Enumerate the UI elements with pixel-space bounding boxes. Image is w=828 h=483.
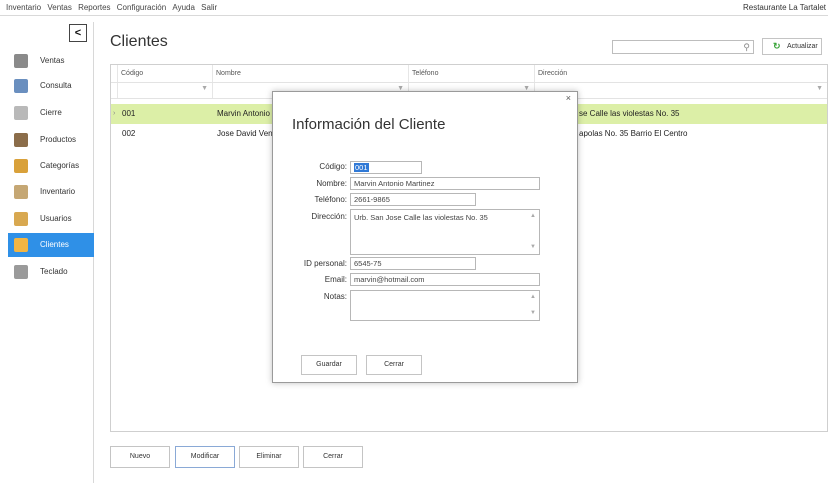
monitor-icon	[14, 79, 28, 93]
app-name: Restaurante La Tartalet	[742, 3, 826, 12]
sidebar-item-ventas[interactable]: Ventas	[8, 49, 94, 73]
table-header: Código Nombre Teléfono Dirección	[111, 65, 827, 83]
page-title: Clientes	[110, 33, 168, 50]
cell-name: Jose David Venta	[217, 129, 280, 138]
address-label: Dirección:	[311, 212, 347, 221]
column-header-code[interactable]: Código	[117, 65, 208, 82]
sidebar-item-consulta[interactable]: Consulta	[8, 74, 94, 98]
scrollbar[interactable]: ▲ ▼	[530, 292, 538, 319]
menu-list: Inventario Ventas Reportes Configuración…	[4, 0, 219, 16]
sidebar-item-clientes[interactable]: Clientes	[8, 233, 94, 257]
scroll-down-icon[interactable]: ▼	[530, 308, 536, 319]
email-field[interactable]: marvin@hotmail.com	[350, 273, 540, 286]
client-info-dialog: × Información del Cliente Código: 001 No…	[272, 91, 578, 383]
search-icon[interactable]: ⚲	[743, 42, 750, 53]
phone-field[interactable]: 2661-9865	[350, 193, 476, 206]
sidebar-item-label: Cierre	[40, 108, 62, 117]
code-field[interactable]: 001	[350, 161, 422, 174]
sidebar-item-label: Consulta	[40, 81, 72, 90]
column-header-address[interactable]: Dirección	[534, 65, 827, 82]
personal-id-field[interactable]: 6545-75	[350, 257, 476, 270]
menu-ayuda[interactable]: Ayuda	[170, 0, 197, 16]
sidebar-item-usuarios[interactable]: Usuarios	[8, 207, 94, 231]
cash-register-icon	[14, 54, 28, 68]
menu-inventario[interactable]: Inventario	[4, 0, 43, 16]
sidebar-item-inventario[interactable]: Inventario	[8, 180, 94, 204]
search-input[interactable]: ⚲	[612, 40, 754, 54]
sidebar-item-label: Teclado	[40, 267, 68, 276]
address-value: Urb. San Jose Calle las violestas No. 35	[354, 213, 488, 222]
email-label: Email:	[324, 275, 347, 284]
cell-name: Marvin Antonio	[217, 109, 270, 118]
receipt-icon	[14, 106, 28, 120]
menu-bar: Inventario Ventas Reportes Configuración…	[0, 0, 828, 16]
filter-cell-code[interactable]: ▼	[117, 83, 212, 98]
refresh-label: Actualizar	[787, 43, 818, 50]
column-header-name[interactable]: Nombre	[212, 65, 408, 82]
close-icon[interactable]: ×	[566, 93, 571, 103]
refresh-icon: ↻	[773, 41, 781, 51]
sidebar-item-label: Productos	[40, 135, 77, 144]
users-icon	[14, 212, 28, 226]
sidebar-item-label: Clientes	[40, 240, 69, 249]
sidebar-item-categorias[interactable]: Categorías	[8, 154, 94, 178]
scroll-down-icon[interactable]: ▼	[530, 242, 536, 253]
address-field[interactable]: Urb. San Jose Calle las violestas No. 35…	[350, 209, 540, 255]
clipboard-icon	[14, 185, 28, 199]
code-label: Código:	[319, 162, 347, 171]
sidebar-item-label: Categorías	[40, 161, 80, 170]
menu-ventas[interactable]: Ventas	[45, 0, 73, 16]
sidebar: < Ventas Consulta Cierre Productos Categ…	[8, 22, 94, 483]
filter-icon[interactable]: ▼	[816, 85, 823, 92]
new-button[interactable]: Nuevo	[110, 446, 170, 468]
name-field[interactable]: Marvin Antonio Martinez	[350, 177, 540, 190]
scroll-up-icon[interactable]: ▲	[530, 211, 536, 222]
row-indicator-icon: ›	[113, 110, 116, 117]
refresh-button[interactable]: ↻ Actualizar	[762, 38, 822, 55]
scroll-up-icon[interactable]: ▲	[530, 292, 536, 303]
close-button[interactable]: Cerrar	[303, 446, 363, 468]
sidebar-item-cierre[interactable]: Cierre	[8, 101, 94, 125]
notes-label: Notas:	[323, 292, 347, 301]
name-label: Nombre:	[316, 179, 347, 188]
food-icon	[14, 159, 28, 173]
menu-configuracion[interactable]: Configuración	[115, 0, 168, 16]
cell-address: apolas No. 35 Barrio El Centro	[579, 129, 688, 138]
menu-salir[interactable]: Salir	[199, 0, 219, 16]
edit-button[interactable]: Modificar	[175, 446, 235, 468]
collapse-sidebar-button[interactable]: <	[69, 24, 87, 42]
save-button[interactable]: Guardar	[301, 355, 357, 375]
scrollbar[interactable]: ▲ ▼	[530, 211, 538, 253]
code-value: 001	[354, 163, 369, 172]
dialog-close-button[interactable]: Cerrar	[366, 355, 422, 375]
sidebar-item-productos[interactable]: Productos	[8, 128, 94, 152]
client-icon	[14, 238, 28, 252]
sidebar-item-label: Usuarios	[40, 214, 72, 223]
sidebar-item-teclado[interactable]: Teclado	[8, 260, 94, 284]
sidebar-item-label: Inventario	[40, 187, 76, 196]
coffee-cup-icon	[14, 133, 28, 147]
delete-button[interactable]: Eliminar	[239, 446, 299, 468]
sidebar-item-label: Ventas	[40, 56, 65, 65]
notes-field[interactable]: ▲ ▼	[350, 290, 540, 321]
column-header-phone[interactable]: Teléfono	[408, 65, 534, 82]
cell-address: se Calle las violestas No. 35	[579, 109, 680, 118]
keyboard-icon	[14, 265, 28, 279]
phone-label: Teléfono:	[314, 195, 347, 204]
cell-code: 002	[122, 129, 136, 138]
dialog-title: Información del Cliente	[292, 116, 446, 133]
personal-id-label: ID personal:	[303, 259, 347, 268]
cell-code: 001	[122, 109, 136, 118]
filter-icon[interactable]: ▼	[201, 85, 208, 92]
menu-reportes[interactable]: Reportes	[76, 0, 112, 16]
